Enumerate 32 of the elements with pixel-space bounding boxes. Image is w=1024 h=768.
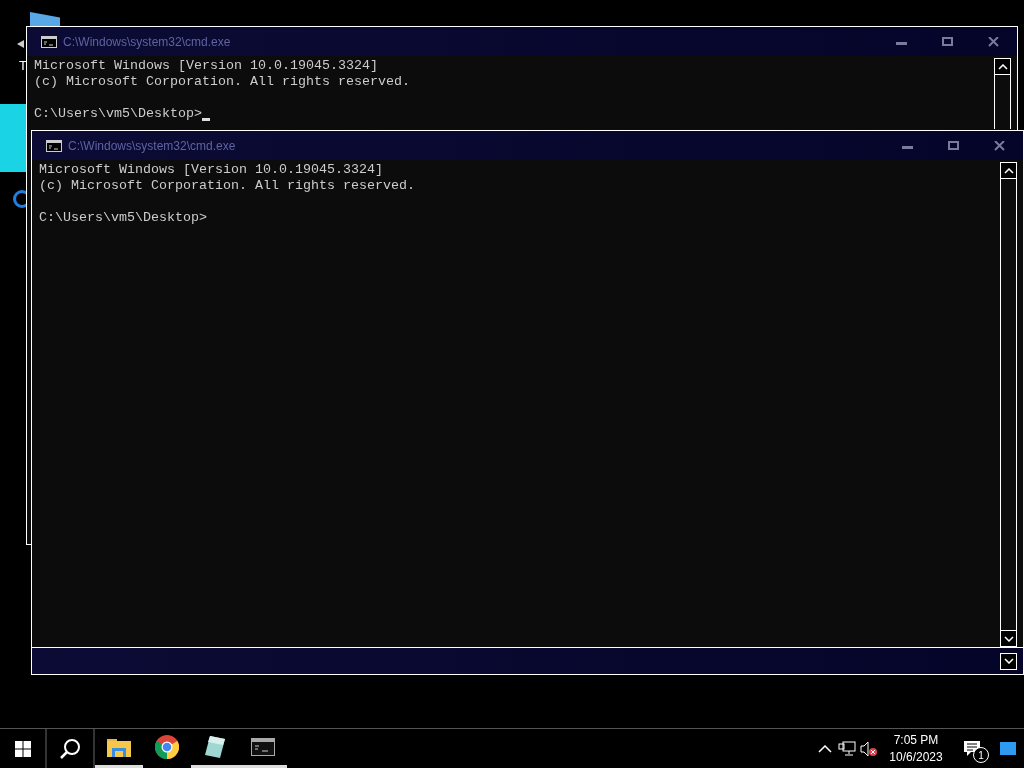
console-line: Microsoft Windows [Version 10.0.19045.3324] [39, 162, 383, 178]
notepad-icon [204, 735, 226, 759]
close-icon [988, 36, 1000, 47]
console-line: Microsoft Windows [Version 10.0.19045.3324] [34, 58, 378, 74]
scroll-down-button[interactable] [1000, 630, 1017, 647]
console-prompt: C:\Users\vm5\Desktop> [34, 106, 202, 122]
scroll-up-button[interactable] [994, 58, 1011, 75]
window-title: C:\Windows\system32\cmd.exe [63, 34, 232, 49]
notification-count: 1 [973, 747, 989, 763]
console-icon [41, 35, 57, 48]
chevron-up-icon [997, 63, 1008, 70]
scroll-down-button[interactable] [1000, 652, 1017, 670]
chevron-up-icon [1003, 167, 1014, 174]
folder-icon [107, 737, 131, 757]
chevron-down-icon [1003, 635, 1014, 642]
scroll-up-button[interactable] [1000, 162, 1017, 179]
close-icon [994, 140, 1006, 151]
desktop-icon [1000, 742, 1016, 755]
console-prompt: C:\Users\vm5\Desktop> [39, 210, 207, 226]
console-line: (c) Microsoft Corporation. All rights reserved. [34, 74, 410, 90]
icon-label[interactable]: T [19, 58, 27, 73]
search-icon [59, 737, 81, 760]
console-line: (c) Microsoft Corporation. All rights reserved. [39, 178, 415, 194]
maximize-icon [948, 140, 960, 151]
console-icon [46, 139, 62, 152]
maximize-icon [942, 36, 954, 47]
console-icon [251, 738, 275, 756]
browser-icon [155, 735, 179, 759]
chevron-down-icon [1003, 658, 1014, 664]
chevron-up-icon [818, 744, 832, 753]
windows-logo-icon [14, 740, 31, 757]
window-title: C:\Windows\system32\cmd.exe [68, 138, 237, 153]
